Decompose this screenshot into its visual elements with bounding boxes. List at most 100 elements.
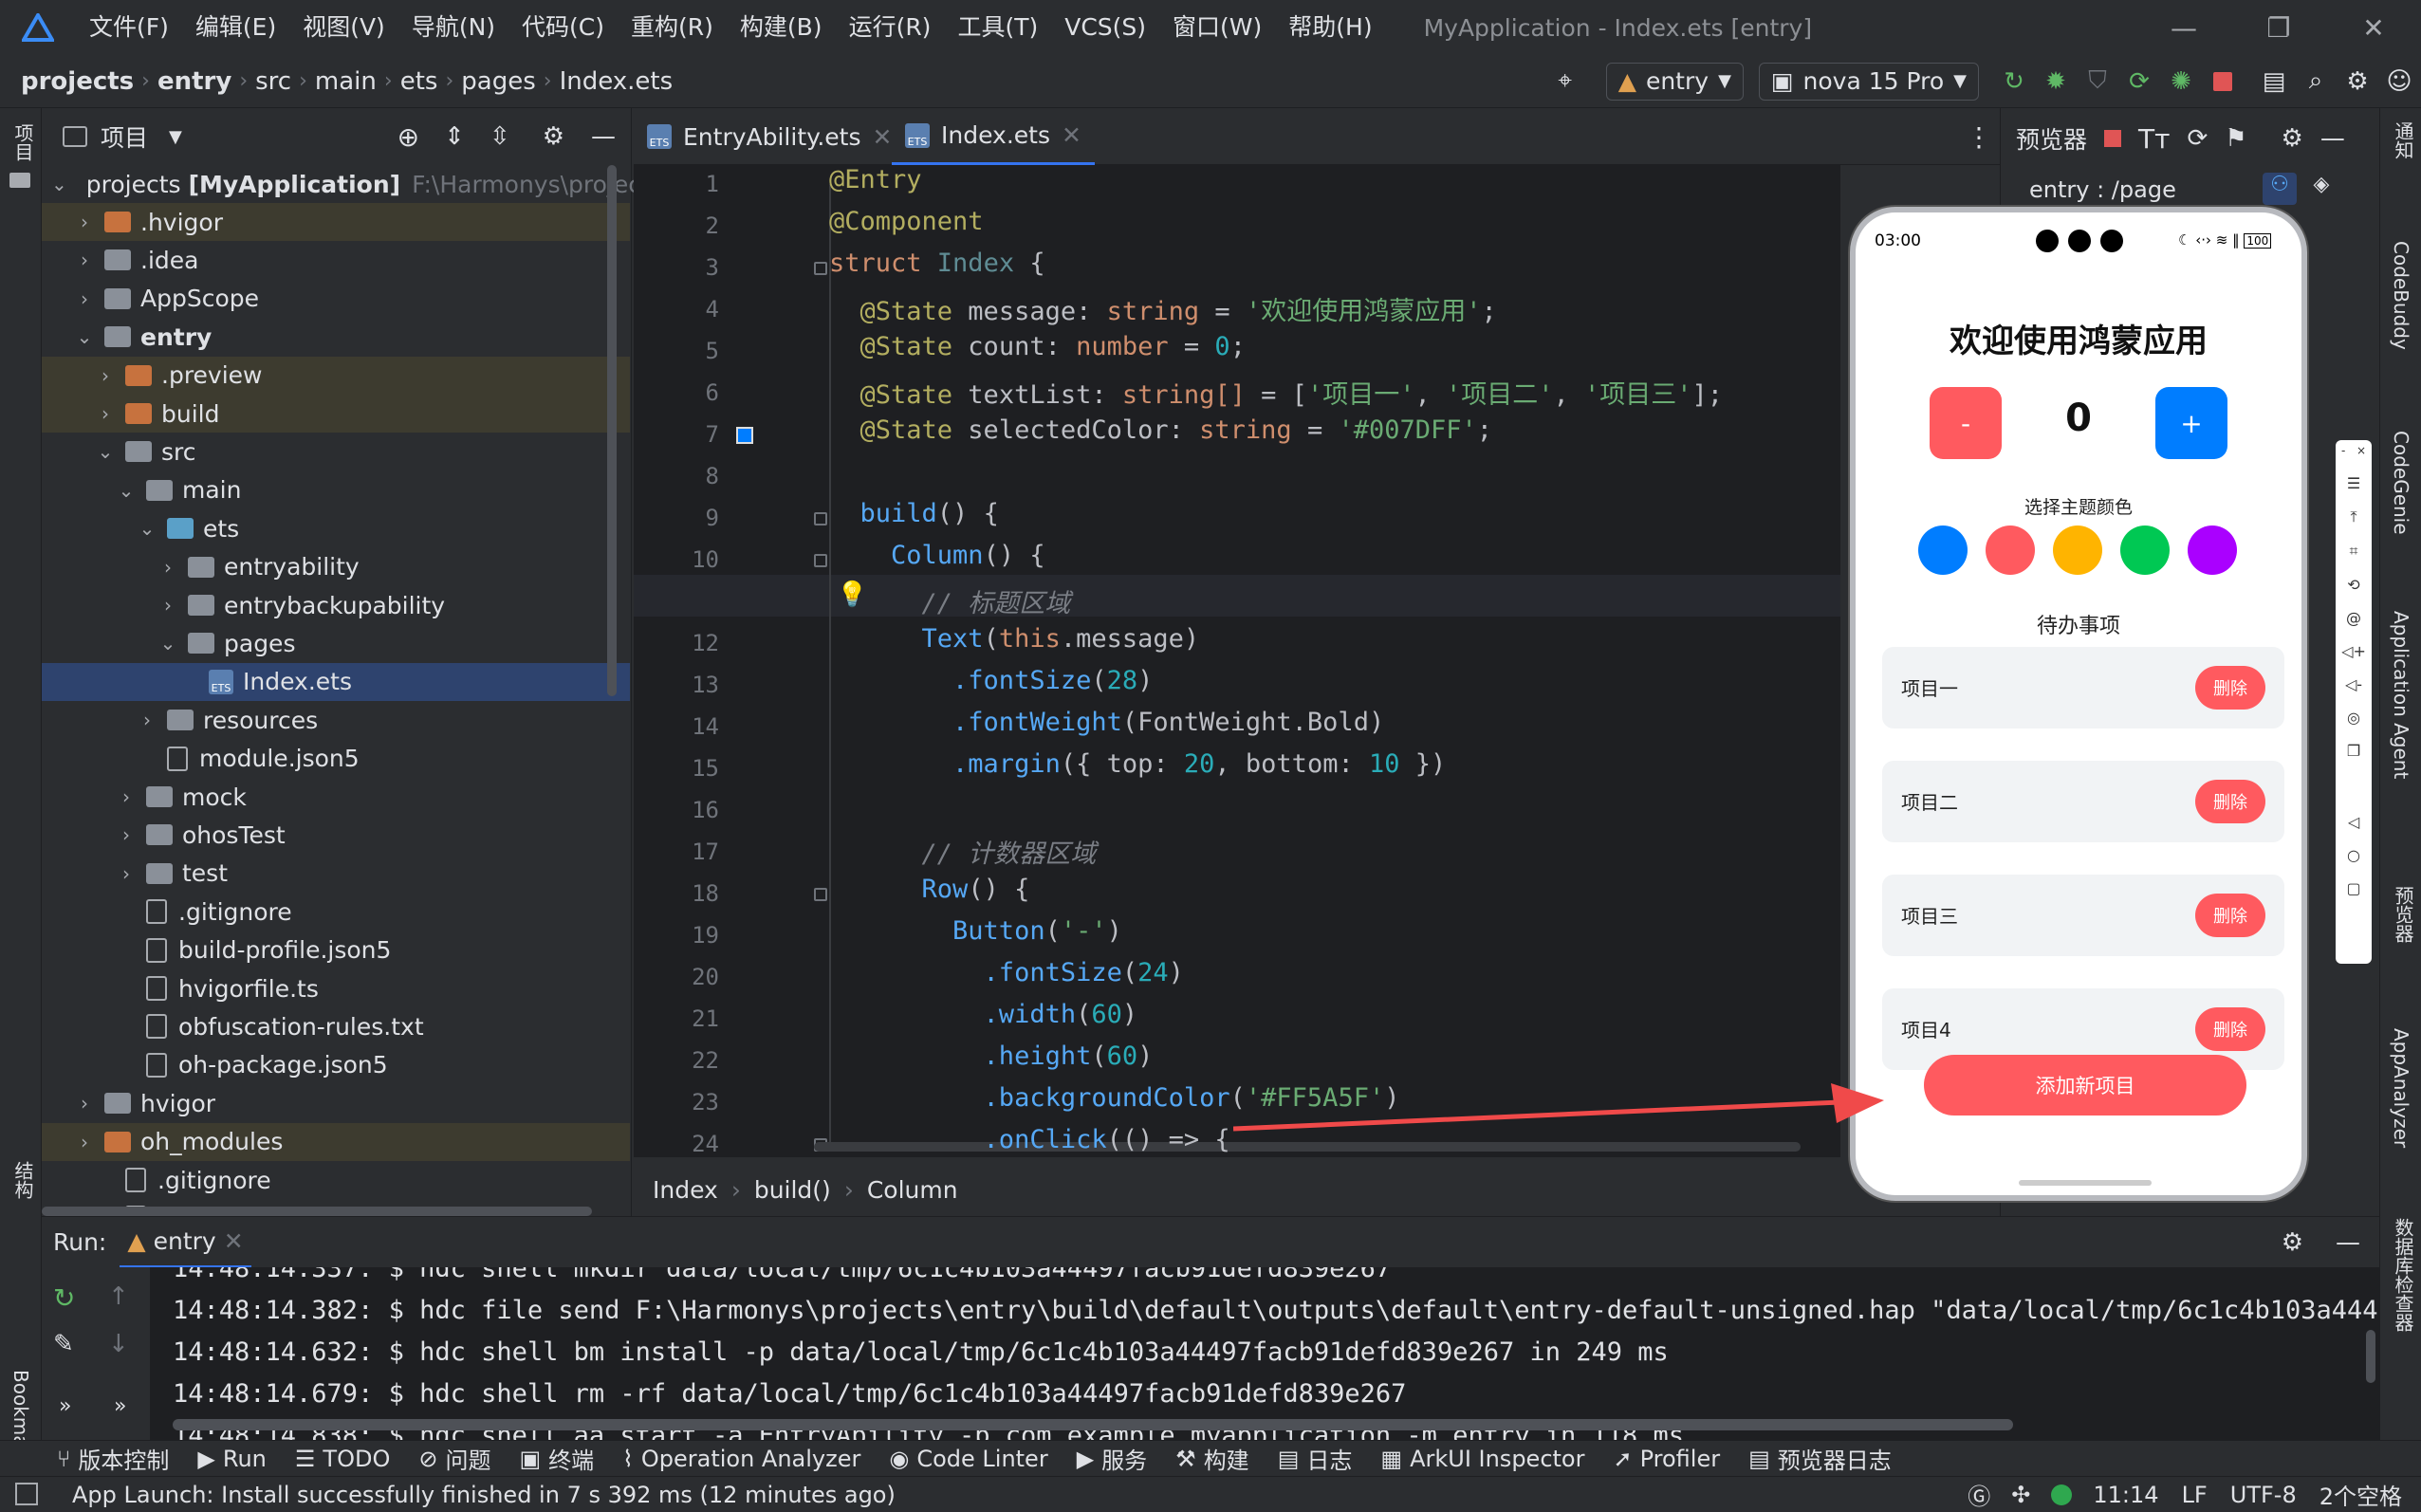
run-icon[interactable]: ↻ xyxy=(1998,65,2030,98)
right-tool-button[interactable]: AppAnalyzer xyxy=(2390,1028,2412,1148)
bottom-tab[interactable]: ▶ Run xyxy=(197,1446,267,1472)
pin-top-icon[interactable]: ⤒ xyxy=(2350,507,2356,526)
preview-route[interactable]: entry : /page xyxy=(2029,176,2176,203)
settings-gear-icon[interactable]: ⚙ xyxy=(2341,65,2374,98)
tree-item[interactable]: › resources xyxy=(42,701,630,739)
tree-item[interactable]: oh-package.json5 xyxy=(42,1046,630,1084)
chevron-down-icon[interactable]: ▼ xyxy=(169,127,182,147)
tree-item[interactable]: › entryability xyxy=(42,548,630,586)
chevron-down-icon[interactable]: ⌄ xyxy=(72,325,97,348)
chevron-right-icon[interactable]: › xyxy=(72,1131,97,1153)
chevron-down-icon[interactable]: ⌄ xyxy=(135,517,159,540)
theme-color-option[interactable] xyxy=(2188,526,2237,575)
more-options-icon[interactable]: ⋮ xyxy=(1966,121,1992,153)
delete-button[interactable]: 删除 xyxy=(2195,666,2265,710)
code-editor[interactable]: ▲ 3 123456789101112131415161718192021222… xyxy=(634,165,1840,1157)
hide-panel-icon[interactable]: — xyxy=(591,122,616,151)
breadcrumb-item[interactable]: projects xyxy=(21,67,134,96)
right-tool-button[interactable]: 预览器 xyxy=(2390,886,2417,943)
chevron-right-icon[interactable]: › xyxy=(93,402,118,425)
account-icon[interactable]: ☺ xyxy=(2383,65,2415,98)
theme-color-option[interactable] xyxy=(1986,526,2035,575)
hide-panel-icon[interactable]: — xyxy=(2320,124,2345,153)
locate-icon[interactable]: ⊕ xyxy=(397,121,419,153)
console-scrollbar[interactable] xyxy=(2366,1330,2375,1383)
status-toggle-icon[interactable] xyxy=(15,1483,38,1505)
editor-crumb[interactable]: Column xyxy=(867,1176,958,1204)
gesture-icon[interactable]: @ xyxy=(2346,609,2361,627)
menu-item[interactable]: 窗口(W) xyxy=(1159,0,1275,55)
chevron-right-icon[interactable]: › xyxy=(72,249,97,271)
tree-item[interactable]: hvigorfile.ts xyxy=(42,969,630,1007)
crop-icon[interactable]: ⌗ xyxy=(2349,542,2357,561)
menu-item[interactable]: 帮助(H) xyxy=(1275,0,1385,55)
bottom-tab[interactable]: ⌇ Operation Analyzer xyxy=(622,1446,860,1472)
tree-item[interactable]: ⌄ pages xyxy=(42,624,630,662)
debug-changes-icon[interactable]: ✺ xyxy=(2165,65,2197,98)
scroll-up-icon[interactable]: ↑ xyxy=(108,1282,129,1311)
status-ok-icon[interactable] xyxy=(2051,1484,2073,1505)
bottom-tab[interactable]: ▦ ArkUI Inspector xyxy=(1380,1446,1584,1472)
bottom-tab[interactable]: ⊘ 问题 xyxy=(418,1442,490,1475)
bottom-tab[interactable]: ⑂ 版本控制 xyxy=(57,1442,169,1475)
tree-item[interactable]: obfuscation-rules.txt xyxy=(42,1007,630,1045)
right-tool-button[interactable]: 通知 xyxy=(2390,121,2417,159)
file-encoding[interactable]: UTF-8 xyxy=(2230,1482,2297,1508)
tree-item[interactable]: module.json5 xyxy=(42,740,630,778)
project-tool-button[interactable]: 项目 xyxy=(9,123,37,161)
run-config-tab[interactable]: ▲ entry ✕ xyxy=(120,1217,251,1268)
tree-item[interactable]: ⌄ entry xyxy=(42,318,630,356)
stop-icon[interactable] xyxy=(2207,65,2239,98)
collapse-all-icon[interactable]: ⇳ xyxy=(490,122,510,151)
tree-item[interactable]: ⌄ ets xyxy=(42,509,630,547)
menu-item[interactable]: 代码(C) xyxy=(508,0,618,55)
menu-item[interactable]: 重构(R) xyxy=(618,0,727,55)
screenshot-icon[interactable]: ◎ xyxy=(2347,709,2360,727)
rerun-icon[interactable]: ↻ xyxy=(53,1282,75,1314)
delete-button[interactable]: 删除 xyxy=(2195,894,2265,937)
plugin-icon[interactable]: ✣ xyxy=(2011,1482,2030,1508)
tree-item[interactable]: ⌄ src xyxy=(42,433,630,470)
bottom-tab[interactable]: ⚒ 构建 xyxy=(1175,1442,1249,1475)
delete-button[interactable]: 删除 xyxy=(2195,1007,2265,1051)
back-icon[interactable]: ◁ xyxy=(2348,813,2359,831)
bottom-tab[interactable]: ☰ TODO xyxy=(295,1446,390,1472)
menu-item[interactable]: 文件(F) xyxy=(76,0,182,55)
attach-debugger-icon[interactable]: ⛉ xyxy=(2081,65,2114,98)
tab-index[interactable]: ETS Index.ets ✕ xyxy=(892,108,1095,165)
breadcrumb-item[interactable]: src xyxy=(255,67,291,96)
tree-item[interactable]: › .preview xyxy=(42,356,630,395)
delete-button[interactable]: 删除 xyxy=(2195,780,2265,823)
minimize-icon[interactable]: — xyxy=(2136,12,2231,44)
wrench-icon[interactable]: ✎ xyxy=(53,1330,74,1358)
home-indicator[interactable] xyxy=(2019,1180,2152,1186)
tree-item[interactable]: › .hvigor xyxy=(42,203,630,241)
breadcrumb-item[interactable]: entry xyxy=(157,67,231,96)
close-tab-icon[interactable]: ✕ xyxy=(873,123,893,151)
target-icon[interactable]: ⌖ xyxy=(1549,65,1581,98)
menu-item[interactable]: 导航(N) xyxy=(398,0,508,55)
close-tab-icon[interactable]: ✕ xyxy=(224,1227,244,1255)
layers-icon[interactable]: ◈ xyxy=(2304,173,2338,205)
scroll-down-icon[interactable]: ↓ xyxy=(108,1330,129,1358)
tree-item[interactable]: › entrybackupability xyxy=(42,586,630,624)
chevron-right-icon[interactable]: › xyxy=(93,364,118,387)
close-tab-icon[interactable]: ✕ xyxy=(1062,121,1081,149)
phone-preview[interactable]: 03:00 ☾ ‹·› ≋ ‖ 100 欢迎使用鸿蒙应用 - 0 + 选择主题颜… xyxy=(1850,207,2307,1201)
tree-item[interactable]: .gitignore xyxy=(42,893,630,931)
device-manager-icon[interactable]: ▤ xyxy=(2258,65,2290,98)
menu-icon[interactable]: ☰ xyxy=(2347,474,2360,492)
git-icon[interactable]: Ⓖ xyxy=(1968,1478,1990,1511)
font-size-icon[interactable]: Tт xyxy=(2138,123,2170,155)
tree-item[interactable]: › oh_modules xyxy=(42,1122,630,1161)
tab-entryability[interactable]: ETS EntryAbility.ets ✕ xyxy=(634,108,905,165)
right-tool-button[interactable]: 数据库检查器 xyxy=(2390,1218,2417,1332)
minimize-icon[interactable]: - xyxy=(2341,444,2345,457)
chevron-down-icon[interactable]: ⌄ xyxy=(156,632,180,655)
rotate-icon[interactable]: ⟲ xyxy=(2347,576,2359,594)
fold-marker-icon[interactable] xyxy=(814,512,827,526)
device-selector[interactable]: ▣ nova 15 Pro ▼ xyxy=(1758,62,1979,101)
more-actions-icon[interactable]: » xyxy=(114,1394,126,1418)
menu-item[interactable]: 构建(B) xyxy=(727,0,836,55)
right-tool-button[interactable]: CodeGenie xyxy=(2390,431,2412,535)
